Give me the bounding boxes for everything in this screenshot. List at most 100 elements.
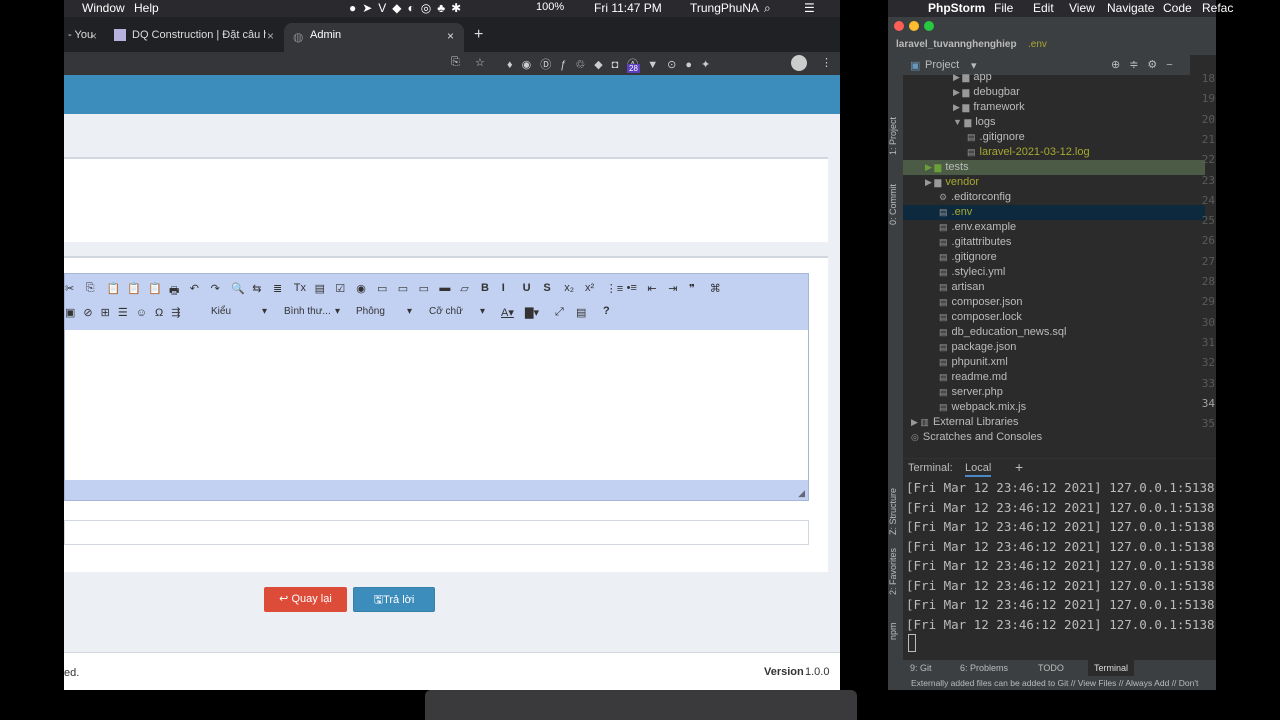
minimize-window-button[interactable] — [909, 21, 919, 31]
tree-item[interactable]: ▤ package.json — [903, 340, 1205, 355]
editor-tool-icon[interactable]: ▭ — [398, 282, 408, 295]
breadcrumb-project[interactable]: laravel_tuvannghenghiep — [896, 39, 1017, 50]
editor-tool-icon[interactable]: ▱ — [460, 282, 468, 295]
editor-tool-icon[interactable]: ◉ — [356, 282, 366, 295]
back-button[interactable]: ↩ Quay lại — [264, 587, 347, 612]
side-tab-npm[interactable]: npm — [888, 610, 898, 640]
terminal-tab-local[interactable]: Local — [965, 462, 992, 477]
show-blocks-icon[interactable]: ▤ — [576, 306, 586, 319]
tree-item[interactable]: ▶ ▆ vendor — [903, 175, 1205, 190]
tree-item[interactable]: ▶ ▆ app — [903, 70, 1205, 85]
tree-item[interactable]: ▶ ▥ External Libraries — [903, 415, 1205, 430]
menu-view[interactable]: View — [1069, 1, 1095, 15]
side-tab-structure[interactable]: Z: Structure — [888, 475, 898, 535]
tab-todo[interactable]: TODO — [1038, 663, 1064, 673]
tab-terminal[interactable]: Terminal — [1088, 660, 1135, 676]
close-window-button[interactable] — [894, 21, 904, 31]
editor-tool-icon[interactable]: ▭ — [377, 282, 387, 295]
editor-tool-icon[interactable]: ☑ — [335, 282, 345, 295]
editor-tool-icon[interactable]: U — [523, 282, 531, 294]
tree-item[interactable]: ▤ .gitattributes — [903, 235, 1205, 250]
maximize-icon[interactable]: ⤢ — [555, 306, 564, 319]
editor-tool-icon[interactable]: 📋 — [107, 282, 121, 295]
tree-item[interactable]: ▤ .env.example — [903, 220, 1205, 235]
star-icon[interactable]: ☆ — [475, 56, 485, 69]
editor-tool-icon[interactable]: 🔍 — [231, 282, 245, 295]
editor-tool-icon[interactable]: ✂ — [65, 282, 74, 295]
tree-item[interactable]: ▤ db_education_news.sql — [903, 325, 1205, 340]
help-button[interactable]: ? — [603, 305, 610, 317]
editor-tool-icon[interactable]: S — [543, 282, 550, 294]
close-icon[interactable]: × — [447, 29, 454, 43]
tree-item[interactable]: ▤ .gitignore — [903, 250, 1205, 265]
menu-icon[interactable]: ⋮ — [821, 56, 832, 69]
tab-problems[interactable]: 6: Problems — [960, 663, 1008, 673]
editor-tool-icon[interactable]: ↶ — [190, 282, 199, 295]
side-tab-project[interactable]: 1: Project — [888, 105, 898, 155]
editor-tool-icon[interactable]: ⋮≡ — [606, 282, 623, 295]
editor-tool-icon[interactable]: ⇥ — [668, 282, 677, 295]
tree-item[interactable]: ▼ ▆ logs — [903, 115, 1205, 130]
menu-code[interactable]: Code — [1163, 1, 1192, 15]
tree-item[interactable]: ▤ .env — [903, 205, 1205, 220]
editor-tool-icon[interactable]: Tx — [294, 282, 306, 294]
resize-handle-icon[interactable]: ◢ — [798, 488, 805, 499]
menu-navigate[interactable]: Navigate — [1107, 1, 1154, 15]
tree-item[interactable]: ▤ .styleci.yml — [903, 265, 1205, 280]
editor-tool-icon[interactable]: ⎘ — [86, 282, 95, 295]
tree-item[interactable]: ▤ laravel-2021-03-12.log — [903, 145, 1205, 160]
tab-admin[interactable]: Admin — [284, 23, 464, 52]
menu-window[interactable]: Window — [82, 1, 125, 15]
tree-item[interactable]: ⚙ .editorconfig — [903, 190, 1205, 205]
tree-item[interactable]: ▶ ▆ tests — [903, 160, 1205, 175]
side-tab-commit[interactable]: 0: Commit — [888, 175, 898, 225]
translate-icon[interactable]: ⎘ — [451, 56, 460, 69]
status-message[interactable]: Externally added files can be added to G… — [911, 678, 1198, 688]
editor-tool-icon[interactable]: ⌘ — [710, 282, 721, 295]
font-select[interactable]: Phông — [356, 306, 385, 317]
editor-tool-icon[interactable]: I — [502, 282, 505, 294]
close-icon[interactable]: × — [90, 29, 97, 43]
menu-refactor[interactable]: Refac — [1202, 1, 1233, 15]
reply-button[interactable]: 🖫Trả lời — [353, 587, 435, 612]
tree-item[interactable]: ◎ Scratches and Consoles — [903, 430, 1205, 445]
tree-item[interactable]: ▤ composer.json — [903, 295, 1205, 310]
new-tab-button[interactable]: + — [474, 26, 483, 44]
menu-help[interactable]: Help — [134, 1, 159, 15]
editor-tool-icon[interactable]: ≣ — [273, 282, 282, 295]
tree-item[interactable]: ▶ ▆ framework — [903, 100, 1205, 115]
format-select[interactable]: Bình thư... — [284, 306, 331, 317]
editor-tool-icon[interactable]: 📋 — [148, 282, 162, 295]
menu-edit[interactable]: Edit — [1033, 1, 1054, 15]
editor-tool-icon[interactable]: 🖶 — [169, 282, 179, 301]
editor-row2-icons[interactable]: ▣⊘⊞☰☺Ω⇶ — [65, 306, 188, 319]
control-center-icon[interactable]: ☰ — [804, 1, 815, 15]
editor-tool-icon[interactable]: •≡ — [627, 282, 637, 294]
zoom-window-button[interactable] — [924, 21, 934, 31]
editor-tool-icon[interactable]: ▤ — [315, 282, 325, 295]
tree-item[interactable]: ▶ ▆ debugbar — [903, 85, 1205, 100]
extension-icons[interactable]: ♦◉Ⓓƒ♲◆◘Ⓐ▼⊙●✦ — [507, 56, 719, 72]
close-icon[interactable]: × — [267, 29, 274, 43]
tree-item[interactable]: ▤ artisan — [903, 280, 1205, 295]
side-tab-favorites[interactable]: 2: Favorites — [888, 535, 898, 595]
menu-file[interactable]: File — [994, 1, 1013, 15]
text-input[interactable] — [64, 520, 809, 545]
menu-phpstorm[interactable]: PhpStorm — [928, 1, 985, 15]
editor-tool-icon[interactable]: x₂ — [564, 282, 574, 294]
tab-git[interactable]: 9: Git — [910, 663, 932, 673]
editor-tool-icon[interactable]: ❞ — [689, 282, 695, 295]
text-color-button[interactable]: A▾ — [501, 306, 514, 319]
size-select[interactable]: Cỡ chữ — [429, 306, 463, 317]
editor-tool-icon[interactable]: ▬ — [439, 282, 450, 294]
tree-item[interactable]: ▤ webpack.mix.js — [903, 400, 1205, 415]
bg-color-button[interactable]: ▇▾ — [525, 306, 539, 319]
editor-tool-icon[interactable]: ⇆ — [252, 282, 261, 295]
search-icon[interactable]: ⌕ — [764, 1, 771, 16]
editor-content-area[interactable] — [65, 330, 808, 480]
editor-tool-icon[interactable]: B — [481, 282, 489, 294]
tree-item[interactable]: ▤ phpunit.xml — [903, 355, 1205, 370]
tree-item[interactable]: ▤ composer.lock — [903, 310, 1205, 325]
tree-item[interactable]: ▤ readme.md — [903, 370, 1205, 385]
editor-tool-icon[interactable]: 📋 — [127, 282, 141, 295]
